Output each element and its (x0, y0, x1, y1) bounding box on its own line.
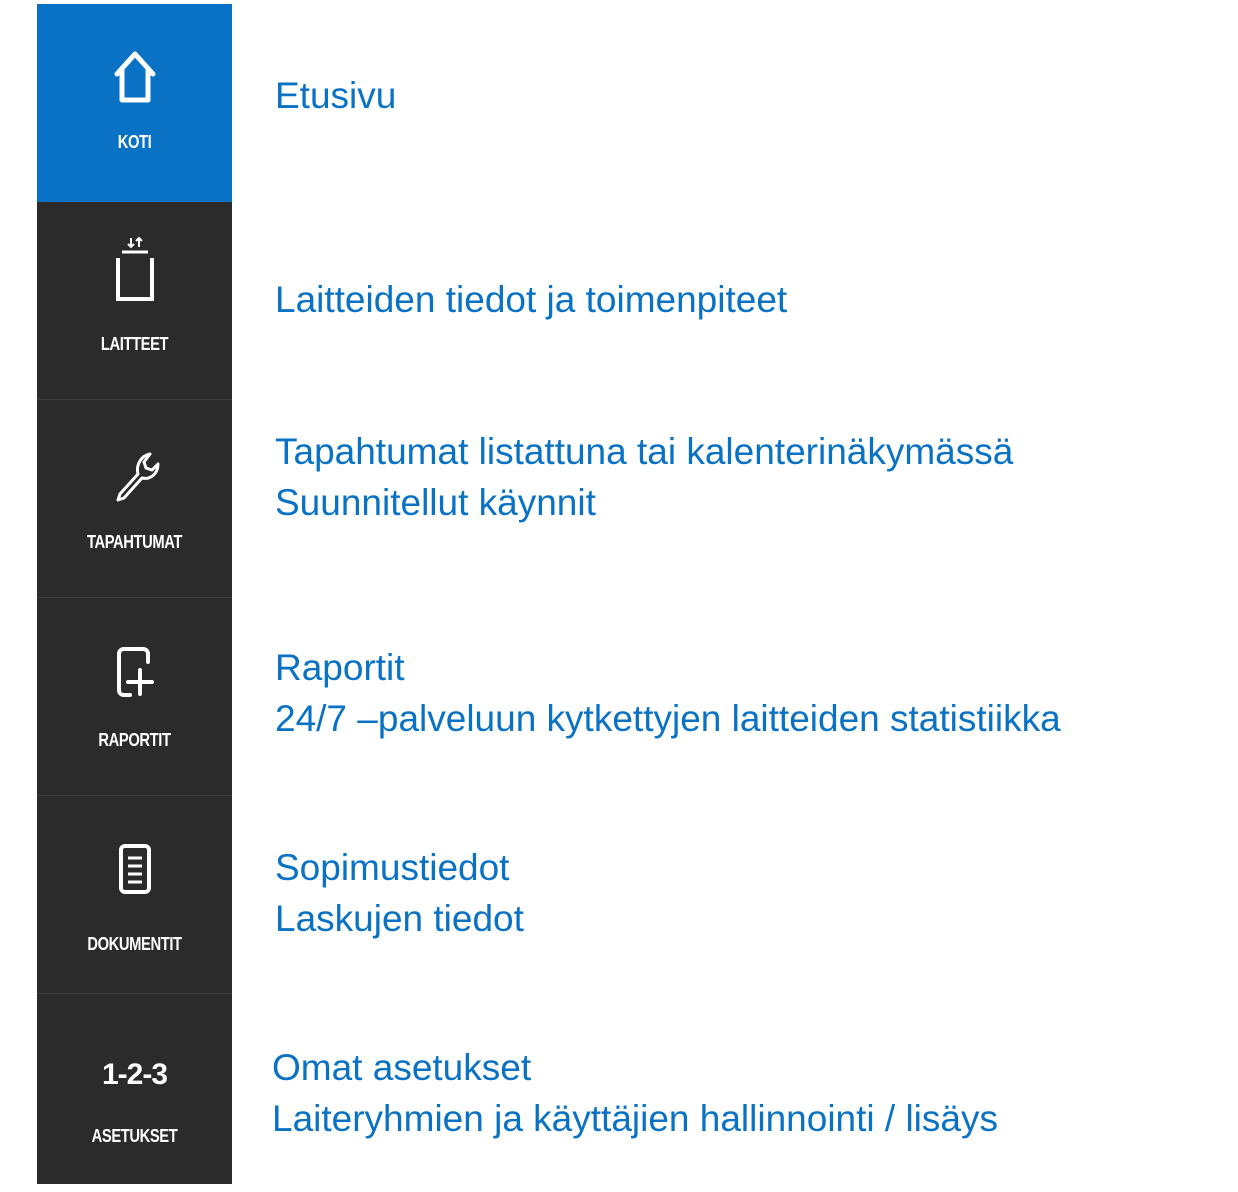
device-icon (115, 236, 154, 301)
nav-item-asetukset[interactable]: 1-2-3 ASETUKSET (37, 994, 232, 1192)
description-asetukset: Omat asetukset Laiteryhmien ja käyttäjie… (272, 1042, 998, 1144)
description-line: 24/7 –palveluun kytkettyjen laitteiden s… (275, 698, 1061, 739)
description-dokumentit: Sopimustiedot Laskujen tiedot (275, 842, 524, 944)
description-line: Laitteiden tiedot ja toimenpiteet (275, 279, 788, 320)
nav-label-asetukset: ASETUKSET (91, 1126, 178, 1146)
description-line: Raportit (275, 647, 405, 688)
nav-item-dokumentit[interactable]: DOKUMENTIT (37, 796, 232, 994)
description-raportit: Raportit 24/7 –palveluun kytkettyjen lai… (275, 642, 1061, 744)
nav-label-tapahtumat: TAPAHTUMAT (86, 532, 183, 552)
nav-label-dokumentit: DOKUMENTIT (87, 934, 182, 954)
nav-label-koti: KOTI (117, 132, 152, 152)
wrench-icon (116, 452, 159, 502)
description-line: Laiteryhmien ja käyttäjien hallinnointi … (272, 1098, 998, 1139)
nav-item-raportit[interactable]: RAPORTIT (37, 598, 232, 796)
description-line: Etusivu (275, 75, 397, 116)
description-line: Suunnitellut käynnit (275, 482, 596, 523)
sidebar-nav: KOTI LAITTEET TAPAHTUMAT RAPORTIT DOKUME… (37, 4, 232, 1184)
home-icon (114, 51, 155, 103)
numbered-steps-icon: 1-2-3 (101, 1058, 168, 1091)
nav-item-laitteet[interactable]: LAITTEET (37, 202, 232, 400)
description-koti: Etusivu (275, 70, 396, 121)
nav-label-laitteet: LAITTEET (100, 334, 169, 354)
description-tapahtumat: Tapahtumat listattuna tai kalenterinäkym… (275, 426, 1013, 528)
description-line: Laskujen tiedot (275, 898, 524, 939)
description-line: Tapahtumat listattuna tai kalenterinäkym… (275, 431, 1014, 472)
description-line: Sopimustiedot (275, 847, 510, 888)
nav-item-koti[interactable]: KOTI (37, 4, 232, 202)
report-add-icon (116, 647, 154, 697)
nav-item-tapahtumat[interactable]: TAPAHTUMAT (37, 400, 232, 598)
description-line: Omat asetukset (272, 1047, 532, 1088)
description-laitteet: Laitteiden tiedot ja toimenpiteet (275, 274, 787, 325)
nav-label-raportit: RAPORTIT (98, 730, 171, 750)
document-icon (118, 844, 151, 894)
